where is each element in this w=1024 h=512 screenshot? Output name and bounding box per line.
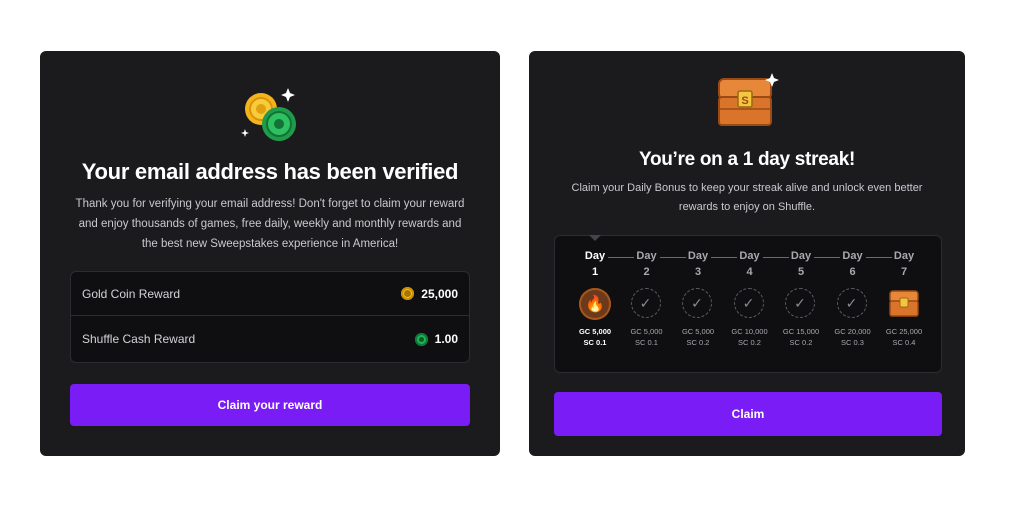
streak-day-7: Day 7 GC 25,000 SC 0.4 [884, 248, 924, 348]
day-label: Day [842, 250, 863, 262]
day-label: Day [790, 250, 812, 262]
day-reward: GC 5,000 SC 0.2 [678, 326, 718, 348]
reward-list: Gold Coin Reward 25,000 Shuffle Cash Rew… [70, 271, 470, 363]
locked-check-icon: ✓ [836, 288, 869, 320]
day-number: 4 [746, 266, 753, 278]
day-sc-reward: SC 0.2 [686, 338, 710, 347]
day-label: Day [687, 250, 709, 262]
day-label: Day [893, 250, 915, 262]
day-sc-reward: SC 0.4 [892, 338, 916, 347]
email-verified-card: Your email address has been verified Tha… [40, 51, 500, 456]
day-number: 7 [900, 266, 908, 278]
day-reward: GC 10,000 SC 0.2 [730, 326, 770, 348]
day-gc-reward: GC 10,000 [731, 327, 768, 336]
locked-check-icon: ✓ [630, 288, 663, 320]
streak-day-6: Day 6 ✓ GC 20,000 SC 0.3 [833, 248, 873, 348]
locked-check-icon: ✓ [733, 288, 766, 320]
streak-day-5: Day 5 ✓ GC 15,000 SC 0.2 [781, 248, 821, 348]
verified-title: Your email address has been verified [81, 159, 459, 184]
day-reward: GC 5,000 SC 0.1 [627, 326, 667, 348]
shuffle-cash-icon [414, 332, 428, 346]
day-number: 2 [643, 266, 650, 278]
day-gc-reward: GC 25,000 [885, 327, 923, 336]
claim-button[interactable]: Claim [554, 392, 942, 436]
streak-day-3: Day 3 ✓ GC 5,000 SC 0.2 [678, 248, 718, 348]
claim-reward-button[interactable]: Claim your reward [70, 384, 470, 426]
gold-coin-reward-row: Gold Coin Reward 25,000 [71, 272, 469, 316]
streak-day-4: Day 4 ✓ GC 10,000 SC 0.2 [730, 248, 770, 348]
coins-icon [241, 88, 296, 141]
coins-illustration [40, 81, 500, 151]
streak-day-2: Day 2 ✓ GC 5,000 SC 0.1 [627, 248, 667, 348]
gold-coin-reward-value: 25,000 [421, 286, 458, 301]
day-label: Day [584, 250, 606, 262]
streak-tracker: Day 1 🔥 GC 5,000 SC 0.1 Day 2 ✓ GC 5,000 SC 0.1 Da… [554, 235, 942, 373]
day-sc-reward: SC 0.2 [789, 338, 813, 347]
day-reward: GC 20,000 SC 0.3 [833, 326, 873, 348]
locked-check-icon: ✓ [785, 288, 817, 320]
day-sc-reward: SC 0.1 [635, 338, 658, 347]
day-number: 6 [849, 266, 856, 278]
flame-icon: 🔥 [579, 288, 611, 320]
day-number: 1 [591, 266, 599, 278]
day-gc-reward: GC 5,000 [630, 327, 663, 336]
streak-title: You’re on a 1 day streak! [638, 149, 855, 170]
treasure-chest-small-icon [888, 288, 920, 320]
day-number: 3 [694, 266, 702, 278]
current-day-pointer [589, 235, 601, 241]
day-gc-reward: GC 15,000 [782, 327, 820, 336]
day-reward: GC 25,000 SC 0.4 [884, 326, 924, 348]
streak-day-1: Day 1 🔥 GC 5,000 SC 0.1 [575, 248, 615, 348]
shuffle-cash-reward-value: 1.00 [434, 332, 458, 346]
gold-coin-reward-label: Gold Coin Reward [82, 286, 181, 301]
day-gc-reward: GC 5,000 [578, 327, 612, 336]
day-label: Day [739, 250, 760, 262]
treasure-chest-icon: S [718, 73, 779, 126]
shuffle-cash-reward-label: Shuffle Cash Reward [82, 332, 196, 346]
svg-text:S: S [741, 95, 748, 107]
locked-check-icon: ✓ [682, 288, 714, 320]
day-reward: GC 5,000 SC 0.1 [575, 326, 615, 348]
day-reward: GC 15,000 SC 0.2 [781, 326, 821, 348]
day-gc-reward: GC 5,000 [681, 327, 715, 336]
verified-description: Thank you for verifying your email addre… [75, 198, 465, 250]
shuffle-cash-reward-row: Shuffle Cash Reward 1.00 [71, 317, 469, 361]
treasure-chest-illustration: S [529, 71, 965, 131]
day-sc-reward: SC 0.2 [738, 338, 761, 347]
day-number: 5 [797, 266, 805, 278]
day-sc-reward: SC 0.1 [583, 338, 607, 347]
daily-streak-card: S You’re on a 1 day streak! Claim your D… [529, 51, 965, 456]
day-sc-reward: SC 0.3 [841, 338, 864, 347]
day-label: Day [636, 250, 657, 262]
streak-description: Claim your Daily Bonus to keep your stre… [571, 182, 923, 213]
gold-coin-icon [401, 287, 415, 300]
day-gc-reward: GC 20,000 [834, 327, 871, 336]
